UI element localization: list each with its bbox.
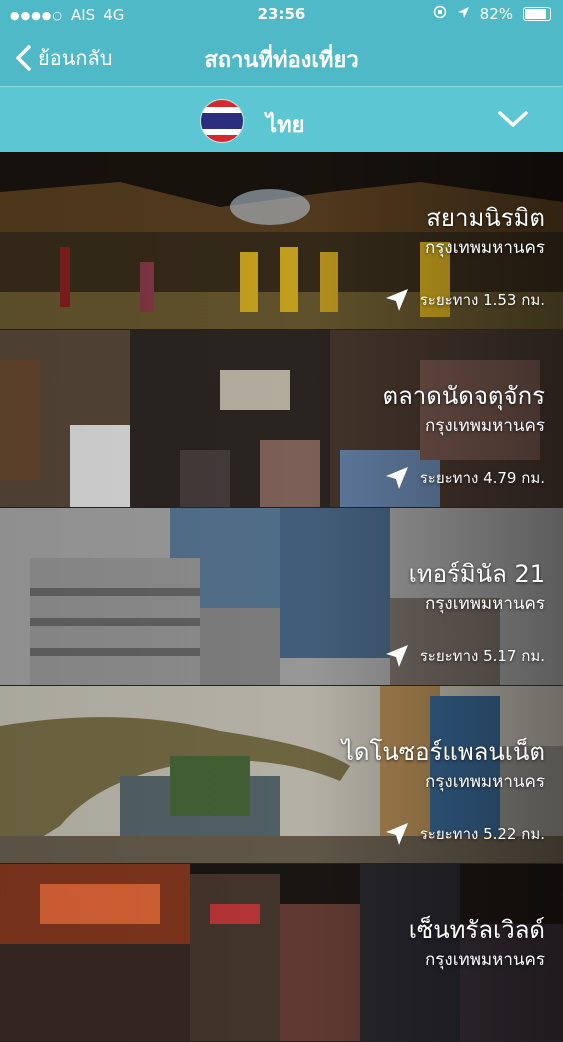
distance-text: ระยะทาง 4.79 กม. bbox=[419, 469, 545, 487]
place-name: ไดโนซอร์แพลนเน็ต bbox=[341, 738, 545, 766]
place-card-terminal-21[interactable]: เทอร์มินัล 21 กรุงเทพมหานคร ระยะทาง 5.17… bbox=[0, 508, 563, 686]
distance-text: ระยะทาง 5.22 กม. bbox=[419, 825, 545, 843]
place-card-dinosaur-planet[interactable]: ไดโนซอร์แพลนเน็ต กรุงเทพมหานคร ระยะทาง 5… bbox=[0, 686, 563, 864]
place-name: เทอร์มินัล 21 bbox=[408, 560, 545, 588]
location-services-icon bbox=[457, 5, 470, 23]
place-distance: ระยะทาง 4.79 กม. bbox=[384, 465, 545, 491]
thai-flag-icon bbox=[200, 99, 244, 143]
battery-icon bbox=[523, 7, 551, 21]
navigation-bar: ย้อนกลับ สถานที่ท่องเที่ยว bbox=[0, 30, 563, 86]
place-name: สยามนิรมิต bbox=[426, 204, 545, 232]
location-arrow-icon bbox=[385, 645, 408, 667]
place-city: กรุงเทพมหานคร bbox=[424, 772, 545, 792]
dropdown-chevron-icon[interactable] bbox=[497, 107, 529, 131]
status-bar: ●●●●○ AIS 4G 23:56 82% bbox=[0, 0, 563, 30]
place-card-centralworld[interactable]: เซ็นทรัลเวิลด์ กรุงเทพมหานคร bbox=[0, 864, 563, 1042]
places-list: สยามนิรมิต กรุงเทพมหานคร ระยะทาง 1.53 กม… bbox=[0, 152, 563, 1042]
location-arrow-icon bbox=[385, 823, 408, 845]
rotation-lock-icon bbox=[433, 5, 447, 23]
place-distance: ระยะทาง 1.53 กม. bbox=[384, 287, 545, 313]
place-city: กรุงเทพมหานคร bbox=[424, 594, 545, 614]
place-name: ตลาดนัดจตุจักร bbox=[382, 382, 545, 410]
battery-percent: 82% bbox=[479, 5, 513, 23]
place-city: กรุงเทพมหานคร bbox=[424, 238, 545, 258]
place-card-siam-niramit[interactable]: สยามนิรมิต กรุงเทพมหานคร ระยะทาง 1.53 กม… bbox=[0, 152, 563, 330]
country-selector[interactable]: ไทย bbox=[0, 86, 563, 153]
distance-text: ระยะทาง 5.17 กม. bbox=[419, 647, 545, 665]
country-name: ไทย bbox=[266, 113, 305, 138]
place-city: กรุงเทพมหานคร bbox=[424, 416, 545, 436]
status-right: 82% bbox=[433, 5, 551, 23]
location-arrow-icon bbox=[385, 289, 408, 311]
place-city: กรุงเทพมหานคร bbox=[424, 950, 545, 970]
place-distance: ระยะทาง 5.22 กม. bbox=[384, 821, 545, 847]
place-card-chatuchak-market[interactable]: ตลาดนัดจตุจักร กรุงเทพมหานคร ระยะทาง 4.7… bbox=[0, 330, 563, 508]
location-arrow-icon bbox=[385, 467, 408, 489]
distance-text: ระยะทาง 1.53 กม. bbox=[419, 291, 545, 309]
place-name: เซ็นทรัลเวิลด์ bbox=[408, 916, 545, 944]
page-title: สถานที่ท่องเที่ยว bbox=[204, 48, 359, 73]
place-distance: ระยะทาง 5.17 กม. bbox=[384, 643, 545, 669]
